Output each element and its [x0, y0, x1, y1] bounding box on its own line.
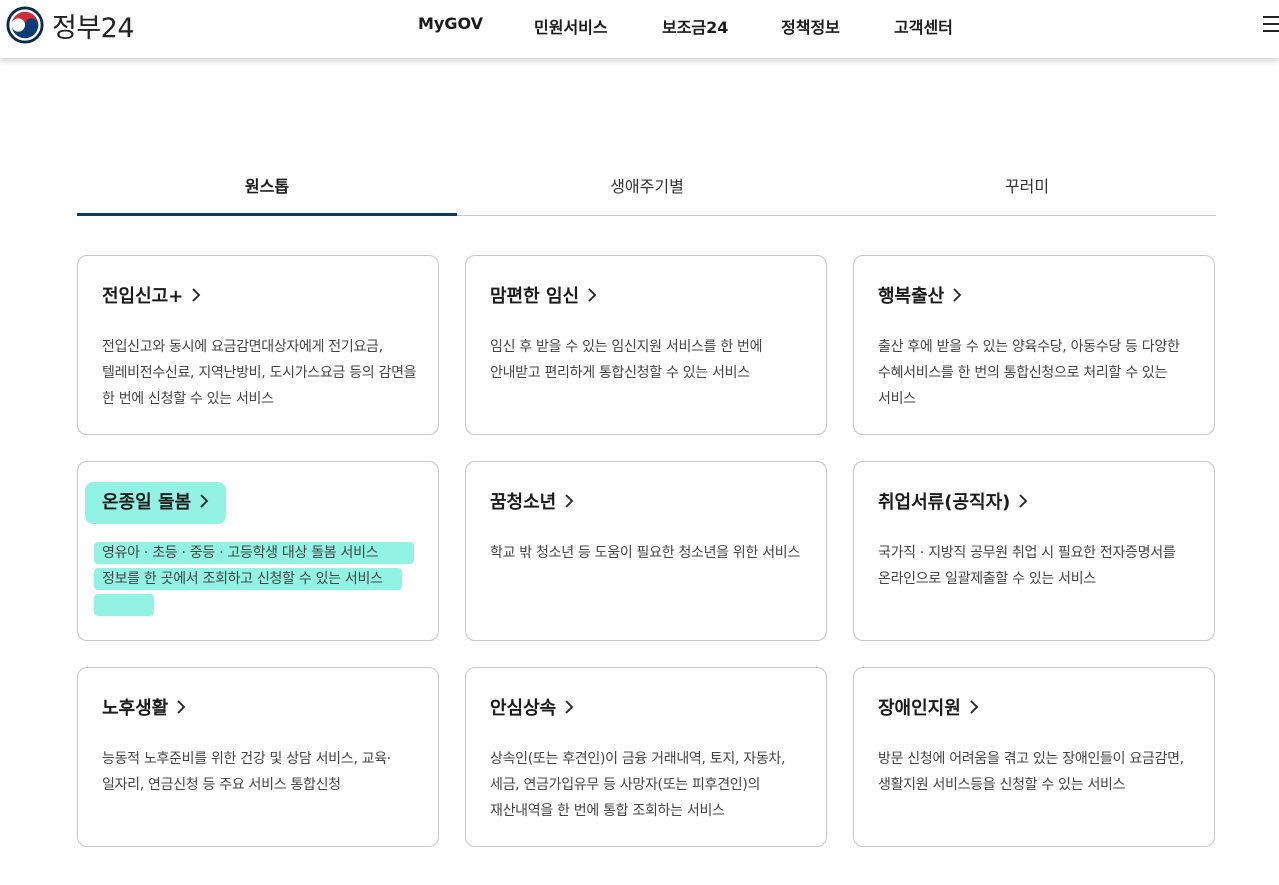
tab-package[interactable]: 꾸러미 [837, 160, 1217, 213]
card-safe-inheritance[interactable]: 안심상속 상속인(또는 후견인)이 금융 거래내역, 토지, 자동차, 세금, … [465, 667, 827, 847]
card-description: 방문 신청에 어려움을 겪고 있는 장애인들이 요금감면, 생활지원 서비스등을… [878, 751, 1184, 793]
service-tabs: 원스톱 생애주기별 꾸러미 [77, 160, 1216, 216]
card-dream-youth[interactable]: 꿈청소년 학교 밖 청소년 등 도움이 필요한 청소년을 위한 서비스 [465, 461, 827, 641]
card-title[interactable]: 꿈청소년 [490, 488, 574, 514]
chevron-right-icon [177, 700, 186, 714]
card-all-day-care[interactable]: 온종일 돌봄 영유아 · 초등 · 중등 · 고등학생 대상 돌봄 서비스 정보… [77, 461, 439, 641]
desc-highlight [94, 594, 154, 616]
site-header: 정부24 MyGOV 민원서비스 보조금24 정책정보 고객센터 [0, 0, 1279, 58]
card-senior-life[interactable]: 노후생활 능동적 노후준비를 위한 건강 및 상담 서비스, 교육·일자리, 연… [77, 667, 439, 847]
card-title[interactable]: 전입신고+ [102, 282, 201, 308]
card-title[interactable]: 장애인지원 [878, 694, 979, 720]
card-title[interactable]: 안심상속 [490, 694, 574, 720]
chevron-right-icon [192, 288, 201, 302]
chevron-right-icon [200, 494, 209, 508]
active-tab-indicator [77, 213, 457, 216]
nav-item-policy-info[interactable]: 정책정보 [781, 14, 840, 38]
card-description: 상속인(또는 후견인)이 금융 거래내역, 토지, 자동차, 세금, 연금가입유… [490, 751, 786, 819]
card-title[interactable]: 맘편한 임신 [490, 282, 597, 308]
chevron-right-icon [588, 288, 597, 302]
chevron-right-icon [970, 700, 979, 714]
card-description: 영유아 · 초등 · 중등 · 고등학생 대상 돌봄 서비스 정보를 한 곳에서… [102, 545, 383, 587]
card-description: 능동적 노후준비를 위한 건강 및 상담 서비스, 교육·일자리, 연금신청 등… [102, 751, 391, 793]
hamburger-menu-icon[interactable] [1263, 16, 1279, 32]
nav-item-mygov[interactable]: MyGOV [418, 14, 483, 33]
logo[interactable]: 정부24 [6, 6, 135, 44]
nav-item-subsidy24[interactable]: 보조금24 [662, 14, 728, 38]
card-happy-birth[interactable]: 행복출산 출산 후에 받을 수 있는 양육수당, 아동수당 등 다양한 수혜서비… [853, 255, 1215, 435]
logo-text: 정부24 [52, 12, 135, 44]
tab-life-cycle[interactable]: 생애주기별 [457, 160, 837, 213]
card-title[interactable]: 취업서류(공직자) [878, 488, 1028, 514]
card-title[interactable]: 행복출산 [878, 282, 962, 308]
tab-onestop[interactable]: 원스톱 [77, 160, 457, 213]
card-description: 국가직 · 지방직 공무원 취업 시 필요한 전자증명서를 온라인으로 일괄제출… [878, 545, 1176, 587]
card-title[interactable]: 온종일 돌봄 [102, 488, 209, 514]
card-easy-pregnancy[interactable]: 맘편한 임신 임신 후 받을 수 있는 임신지원 서비스를 한 번에 안내받고 … [465, 255, 827, 435]
card-employment-documents[interactable]: 취업서류(공직자) 국가직 · 지방직 공무원 취업 시 필요한 전자증명서를 … [853, 461, 1215, 641]
card-title[interactable]: 노후생활 [102, 694, 186, 720]
chevron-right-icon [565, 700, 574, 714]
card-move-in-report[interactable]: 전입신고+ 전입신고와 동시에 요금감면대상자에게 전기요금, 텔레비전수신료,… [77, 255, 439, 435]
chevron-right-icon [565, 494, 574, 508]
nav-item-customer-center[interactable]: 고객센터 [894, 14, 953, 38]
card-description: 전입신고와 동시에 요금감면대상자에게 전기요금, 텔레비전수신료, 지역난방비… [102, 339, 417, 407]
card-disability-support[interactable]: 장애인지원 방문 신청에 어려움을 겪고 있는 장애인들이 요금감면, 생활지원… [853, 667, 1215, 847]
nav-item-civil-service[interactable]: 민원서비스 [534, 14, 608, 38]
card-description: 출산 후에 받을 수 있는 양육수당, 아동수당 등 다양한 수혜서비스를 한 … [878, 339, 1180, 407]
card-description: 학교 밖 청소년 등 도움이 필요한 청소년을 위한 서비스 [490, 545, 800, 561]
card-description: 임신 후 받을 수 있는 임신지원 서비스를 한 번에 안내받고 편리하게 통합… [490, 339, 763, 381]
taegeuk-logo-icon [6, 6, 44, 44]
chevron-right-icon [1019, 494, 1028, 508]
chevron-right-icon [953, 288, 962, 302]
